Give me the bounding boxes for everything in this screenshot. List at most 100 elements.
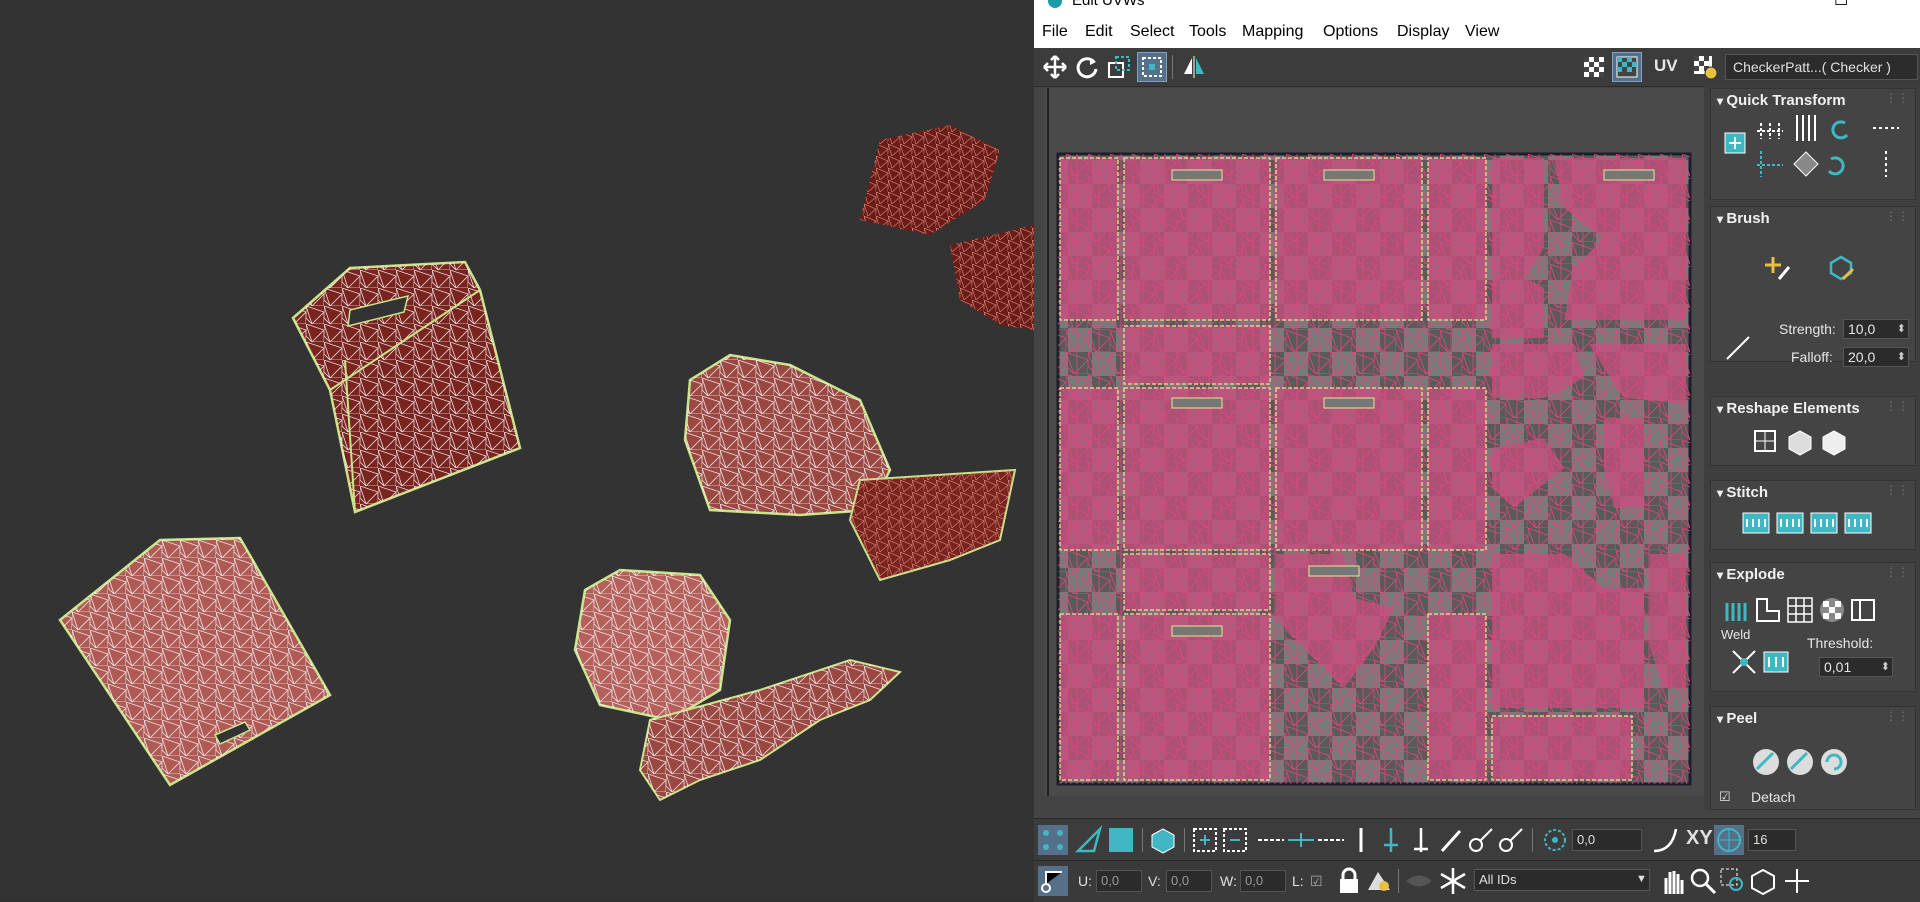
loop-grow-icon[interactable] [1256, 825, 1286, 855]
edge-distance-field[interactable]: 16 [1748, 829, 1796, 851]
menu-mapping[interactable]: Mapping [1242, 23, 1303, 41]
mesh-dark-pieces[interactable] [860, 125, 1034, 330]
map-settings-button[interactable] [1690, 52, 1720, 82]
stitch-average-icon[interactable] [1809, 509, 1839, 539]
menu-edit[interactable]: Edit [1085, 23, 1113, 41]
u-value-field[interactable]: 0,0 [1096, 870, 1142, 892]
grid-explode-icon[interactable] [1785, 595, 1815, 625]
weld-target-icon[interactable] [1761, 647, 1791, 677]
ring-icon[interactable] [1346, 825, 1376, 855]
stitch-target-icon[interactable] [1775, 509, 1805, 539]
loop-icon[interactable] [1286, 825, 1316, 855]
stitch-custom-icon[interactable] [1741, 509, 1771, 539]
quick-peel-icon[interactable] [1751, 747, 1781, 777]
texture-map-dropdown[interactable]: CheckerPatt...( Checker ) [1725, 54, 1918, 80]
flatten-icon[interactable] [1753, 595, 1783, 625]
strength-spinner[interactable]: 10,0 [1843, 319, 1909, 339]
paint-add-icon[interactable] [1466, 825, 1496, 855]
rollout-title-brush[interactable]: Brush [1717, 210, 1769, 227]
rollout-title-explode[interactable]: Explode [1717, 566, 1784, 583]
hand-icon[interactable] [1658, 866, 1688, 896]
stitch-source-icon[interactable] [1843, 509, 1873, 539]
menu-select[interactable]: Select [1130, 23, 1174, 41]
viewport-3d[interactable] [0, 0, 1034, 901]
move-button[interactable] [1040, 52, 1070, 82]
rollout-title-quick-transform[interactable]: Quick Transform [1717, 92, 1845, 109]
grow-selection-icon[interactable] [1190, 825, 1220, 855]
relax-brush-icon[interactable] [1825, 253, 1855, 283]
uv-space-label[interactable]: UV [1654, 56, 1678, 76]
peel-reset-icon[interactable] [1819, 747, 1849, 777]
shrink-selection-icon[interactable] [1220, 825, 1250, 855]
menu-tools[interactable]: Tools [1189, 23, 1226, 41]
menu-display[interactable]: Display [1397, 23, 1449, 41]
soft-select-icon[interactable] [1540, 825, 1570, 855]
rollout-title-reshape[interactable]: Reshape Elements [1717, 400, 1859, 417]
uv-editor-canvas[interactable] [1044, 88, 1730, 796]
falloff-spinner[interactable]: 20,0 [1843, 347, 1909, 367]
zoom-icon[interactable] [1688, 866, 1718, 896]
relax-icon[interactable] [1785, 427, 1815, 457]
menu-file[interactable]: File [1042, 23, 1068, 41]
maximize-icon[interactable]: ☐ [1834, 0, 1848, 10]
paint-remove-icon[interactable] [1496, 825, 1526, 855]
bag-mesh-upright[interactable] [291, 260, 522, 514]
bag-mesh-flat[interactable] [58, 536, 332, 787]
align-vertical-icon[interactable] [1791, 113, 1821, 143]
falloff-space-label[interactable]: XY [1686, 827, 1713, 850]
pan-icon[interactable] [1782, 866, 1812, 896]
loop-shrink-icon[interactable] [1316, 825, 1346, 855]
align-horizontal-icon[interactable] [1755, 113, 1785, 143]
peel-mode-icon[interactable] [1785, 747, 1815, 777]
freeform-button[interactable] [1137, 52, 1167, 82]
straighten-icon[interactable] [1751, 427, 1781, 457]
explode-bars-icon[interactable] [1721, 595, 1751, 625]
grid-snap-icon[interactable] [1714, 825, 1744, 855]
lock-checkbox[interactable]: ☑ [1310, 873, 1323, 890]
paint-select-icon[interactable] [1436, 825, 1466, 855]
w-value-field[interactable]: 0,0 [1240, 870, 1286, 892]
relax-options-icon[interactable] [1819, 427, 1849, 457]
vertex-mode-icon[interactable] [1038, 825, 1068, 855]
face-mode-icon[interactable] [1106, 825, 1136, 855]
checker-explode-icon[interactable] [1817, 595, 1847, 625]
show-map-button[interactable] [1612, 52, 1642, 82]
element-mode-icon[interactable] [1148, 825, 1178, 855]
zoom-region-icon[interactable] [1718, 866, 1748, 896]
falloff-curve-icon[interactable] [1650, 825, 1680, 855]
snowflake-icon[interactable] [1438, 866, 1468, 896]
detach-checkbox[interactable]: ☑ [1719, 789, 1731, 805]
menu-view[interactable]: View [1465, 23, 1499, 41]
rollout-title-stitch[interactable]: Stitch [1717, 484, 1768, 501]
checker-toggle-button[interactable] [1579, 52, 1609, 82]
ring-shrink-icon[interactable] [1406, 825, 1436, 855]
hide-icon[interactable] [1364, 866, 1394, 896]
absolute-mode-icon[interactable] [1038, 866, 1068, 896]
menu-options[interactable]: Options [1323, 23, 1378, 41]
rollout-title-peel[interactable]: Peel [1717, 710, 1757, 727]
rotate-ccw-icon[interactable] [1823, 113, 1853, 143]
zoom-extents-icon[interactable] [1748, 866, 1778, 896]
mirror-button[interactable] [1179, 52, 1209, 82]
dropdown-arrow-icon[interactable]: ▼ [1636, 873, 1647, 885]
paint-move-icon[interactable] [1761, 253, 1791, 283]
show-icon[interactable] [1404, 866, 1434, 896]
align-center-icon[interactable] [1791, 149, 1821, 179]
break-icon[interactable] [1849, 595, 1879, 625]
lock-icon[interactable] [1334, 866, 1364, 896]
bag-mesh-torn[interactable] [573, 568, 903, 802]
material-id-dropdown[interactable]: All IDs [1474, 869, 1650, 891]
scale-button[interactable] [1104, 52, 1134, 82]
align-cross-icon[interactable] [1755, 149, 1785, 179]
pivot-icon[interactable] [1721, 129, 1751, 159]
space-horizontal-icon[interactable] [1871, 113, 1901, 143]
v-value-field[interactable]: 0,0 [1166, 870, 1212, 892]
weld-selected-icon[interactable] [1729, 647, 1759, 677]
bag-mesh-crumpled[interactable] [683, 353, 1017, 582]
rotate-cw-icon[interactable] [1823, 149, 1853, 179]
ring-grow-icon[interactable] [1376, 825, 1406, 855]
brush-line-icon[interactable] [1723, 333, 1753, 363]
space-vertical-icon[interactable] [1871, 149, 1901, 179]
falloff-angle-field[interactable]: 0,0 [1572, 829, 1642, 851]
rotate-button[interactable] [1072, 52, 1102, 82]
